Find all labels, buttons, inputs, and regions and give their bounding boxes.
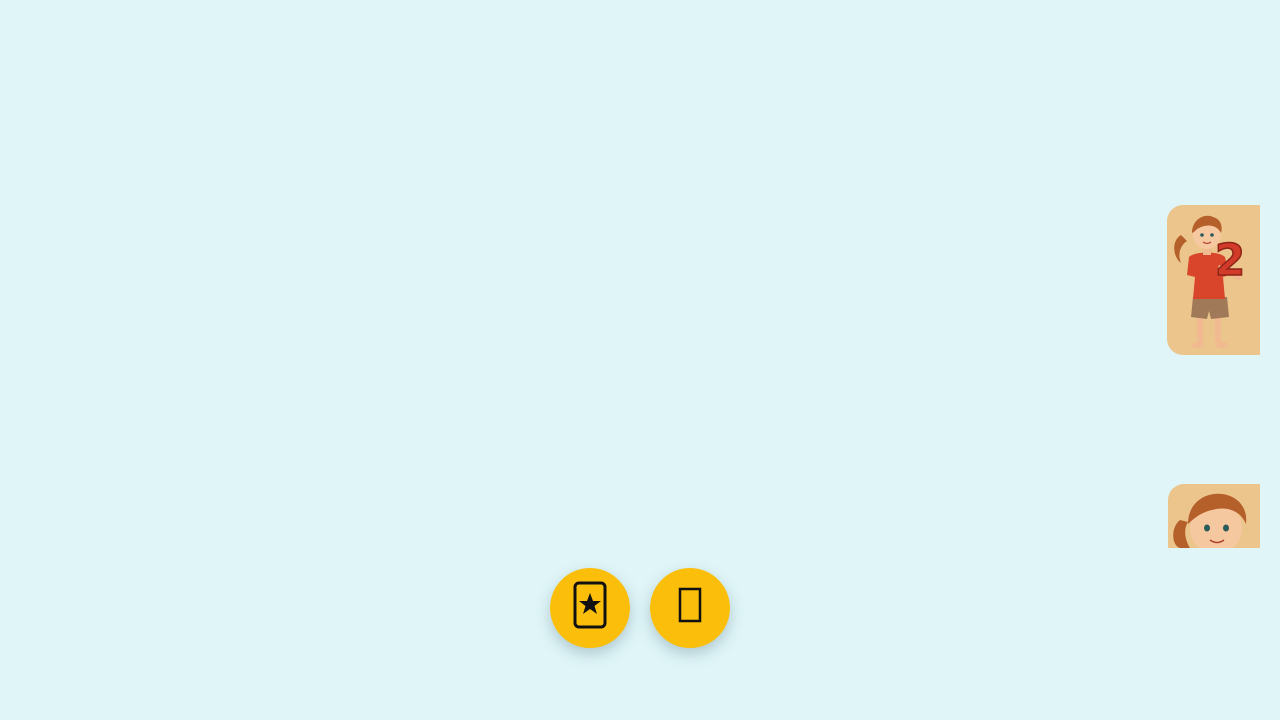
girl-holding-number-icon: 2	[1174, 215, 1246, 348]
star-card-icon	[572, 580, 608, 637]
unknown-glyph-icon	[678, 587, 702, 630]
card-button[interactable]	[550, 568, 630, 648]
character-card-portrait[interactable]	[1168, 484, 1260, 548]
girl-portrait-icon	[1173, 493, 1247, 548]
card-number-label: 2	[1215, 235, 1246, 286]
game-stage: 2	[0, 0, 1280, 720]
secondary-action-button[interactable]	[650, 568, 730, 648]
character-card-number[interactable]: 2	[1167, 205, 1260, 355]
